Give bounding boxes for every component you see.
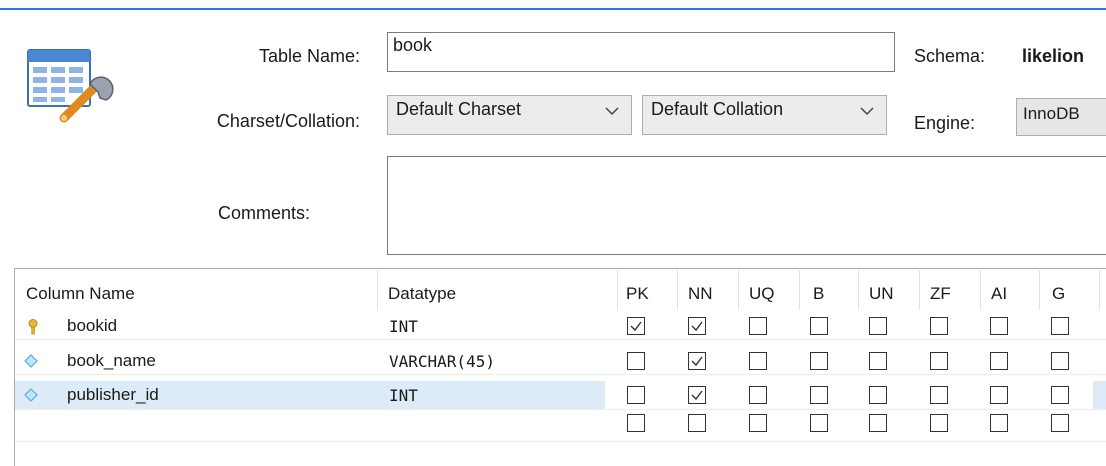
column-separator: [980, 270, 981, 310]
uq-checkbox[interactable]: [749, 414, 767, 432]
b-checkbox[interactable]: [810, 386, 828, 404]
comments-label: Comments:: [217, 203, 310, 223]
nn-checkbox[interactable]: [688, 317, 706, 335]
column-separator: [799, 270, 800, 310]
b-checkbox[interactable]: [810, 352, 828, 370]
g-checkbox[interactable]: [1051, 414, 1069, 432]
b-checkbox[interactable]: [810, 317, 828, 335]
row-divider: [15, 409, 1106, 410]
g-checkbox[interactable]: [1051, 386, 1069, 404]
engine-label: Engine:: [914, 113, 976, 133]
table-row-book-name[interactable]: book_name VARCHAR(45): [15, 349, 1106, 374]
checkmark-icon: [691, 390, 703, 401]
table-row-bookid[interactable]: bookid INT: [15, 314, 1106, 339]
key-icon: [28, 319, 38, 335]
grid-top-border: [14, 268, 1106, 269]
charset-collation-label: Charset/Collation:: [216, 111, 360, 131]
un-checkbox[interactable]: [869, 386, 887, 404]
uq-checkbox[interactable]: [749, 386, 767, 404]
checkmark-icon: [691, 356, 703, 367]
table-row-new[interactable]: [15, 411, 1106, 436]
uq-checkbox[interactable]: [749, 352, 767, 370]
comments-textarea[interactable]: [387, 156, 1106, 255]
chevron-down-icon: [860, 107, 874, 116]
column-separator: [377, 270, 378, 310]
diamond-icon: [24, 388, 38, 402]
zf-checkbox[interactable]: [930, 352, 948, 370]
un-checkbox[interactable]: [869, 317, 887, 335]
column-separator: [858, 270, 859, 310]
header-uq[interactable]: UQ: [749, 284, 775, 304]
column-separator: [677, 270, 678, 310]
header-un[interactable]: UN: [869, 284, 894, 304]
checkmark-icon: [691, 321, 703, 332]
collation-value: Default Collation: [651, 99, 784, 119]
datatype-cell[interactable]: INT: [389, 317, 418, 336]
chevron-down-icon: [605, 107, 619, 116]
zf-checkbox[interactable]: [930, 317, 948, 335]
column-separator: [617, 270, 618, 310]
header-column-name[interactable]: Column Name: [26, 284, 135, 304]
column-separator: [1099, 270, 1100, 310]
charset-select[interactable]: Default Charset: [387, 95, 632, 135]
pk-checkbox[interactable]: [627, 317, 645, 335]
header-g[interactable]: G: [1052, 284, 1065, 304]
header-b[interactable]: B: [813, 284, 824, 304]
datatype-cell[interactable]: INT: [389, 386, 418, 405]
ai-checkbox[interactable]: [990, 317, 1008, 335]
checkmark-icon: [630, 321, 642, 332]
schema-label: Schema:: [914, 46, 986, 66]
column-separator: [1039, 270, 1040, 310]
b-checkbox[interactable]: [810, 414, 828, 432]
datatype-cell[interactable]: VARCHAR(45): [389, 352, 495, 371]
row-divider: [15, 374, 1106, 375]
zf-checkbox[interactable]: [930, 386, 948, 404]
row-divider: [15, 441, 1106, 442]
un-checkbox[interactable]: [869, 352, 887, 370]
column-name-cell[interactable]: book_name: [67, 351, 156, 371]
g-checkbox[interactable]: [1051, 317, 1069, 335]
header-ai[interactable]: AI: [991, 284, 1007, 304]
pk-checkbox[interactable]: [627, 386, 645, 404]
nn-checkbox[interactable]: [688, 414, 706, 432]
schema-value: likelion: [1022, 46, 1085, 66]
column-name-cell[interactable]: bookid: [67, 316, 117, 336]
column-separator: [919, 270, 920, 310]
uq-checkbox[interactable]: [749, 317, 767, 335]
row-selection-highlight: [1093, 381, 1106, 409]
ai-checkbox[interactable]: [990, 414, 1008, 432]
header-nn[interactable]: NN: [688, 284, 713, 304]
nn-checkbox[interactable]: [688, 352, 706, 370]
column-separator: [738, 270, 739, 310]
diamond-icon: [24, 354, 38, 368]
table-name-label: Table Name:: [258, 46, 360, 66]
charset-value: Default Charset: [396, 99, 522, 119]
header-pk[interactable]: PK: [626, 284, 649, 304]
collation-select[interactable]: Default Collation: [642, 95, 887, 135]
g-checkbox[interactable]: [1051, 352, 1069, 370]
ai-checkbox[interactable]: [990, 352, 1008, 370]
pk-checkbox[interactable]: [627, 352, 645, 370]
top-accent-line: [0, 8, 1106, 10]
table-row-publisher-id[interactable]: publisher_id INT: [15, 381, 1106, 409]
header-zf[interactable]: ZF: [930, 284, 951, 304]
ai-checkbox[interactable]: [990, 386, 1008, 404]
pk-checkbox[interactable]: [627, 414, 645, 432]
row-divider: [15, 339, 1106, 340]
zf-checkbox[interactable]: [930, 414, 948, 432]
table-wrench-icon: [27, 49, 114, 123]
nn-checkbox[interactable]: [688, 386, 706, 404]
header-datatype[interactable]: Datatype: [388, 284, 456, 304]
column-name-cell[interactable]: publisher_id: [67, 385, 159, 405]
table-name-input[interactable]: book: [387, 32, 895, 72]
engine-select[interactable]: InnoDB: [1016, 98, 1106, 136]
un-checkbox[interactable]: [869, 414, 887, 432]
